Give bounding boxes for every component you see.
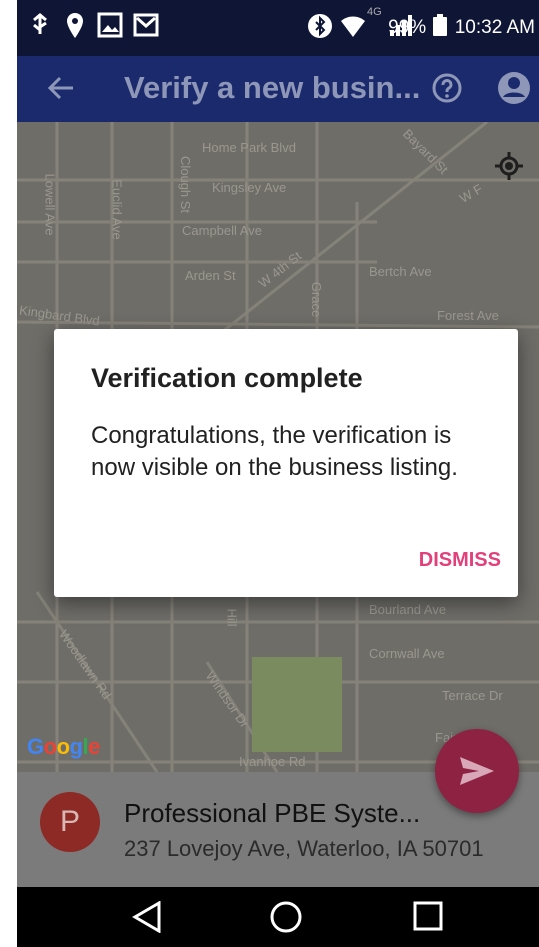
- image-icon: [97, 12, 123, 43]
- navigation-bar: [17, 887, 539, 947]
- wifi-icon: [339, 13, 367, 44]
- mail-icon: [133, 12, 159, 43]
- back-triangle-icon[interactable]: [132, 900, 162, 938]
- help-icon[interactable]: [432, 73, 462, 108]
- page-title: Verify a new busin...: [124, 70, 421, 105]
- send-fab-button[interactable]: [435, 729, 519, 813]
- dismiss-button[interactable]: DISMISS: [371, 542, 501, 578]
- status-text: 99% 10:32 AM: [388, 14, 535, 42]
- account-icon[interactable]: [497, 71, 531, 110]
- business-address: 237 Lovejoy Ave, Waterloo, IA 50701: [124, 836, 484, 861]
- clock: 10:32 AM: [454, 17, 535, 38]
- battery-icon: [433, 14, 448, 42]
- dialog-title: Verification complete: [91, 363, 363, 393]
- back-arrow-icon[interactable]: [47, 74, 75, 107]
- usb-icon: [29, 12, 51, 43]
- battery-percent: 99%: [388, 17, 427, 38]
- location-icon: [65, 12, 85, 45]
- verification-dialog: Verification complete Congratulations, t…: [54, 329, 518, 597]
- home-circle-icon[interactable]: [269, 900, 303, 939]
- app-bar: Verify a new busin...: [17, 56, 539, 122]
- business-name: Professional PBE Syste...: [124, 798, 421, 828]
- avatar: P: [40, 792, 100, 852]
- network-type-label: 4G: [367, 6, 382, 18]
- send-icon: [460, 757, 494, 790]
- recents-square-icon[interactable]: [413, 901, 443, 936]
- bluetooth-icon: [307, 13, 333, 44]
- status-bar: 4G 99% 10:32 AM: [17, 0, 539, 56]
- phone-screen: 4G 99% 10:32 AM Verify a new busin... Ho…: [17, 0, 539, 947]
- dialog-message: Congratulations, the verification is now…: [91, 422, 458, 481]
